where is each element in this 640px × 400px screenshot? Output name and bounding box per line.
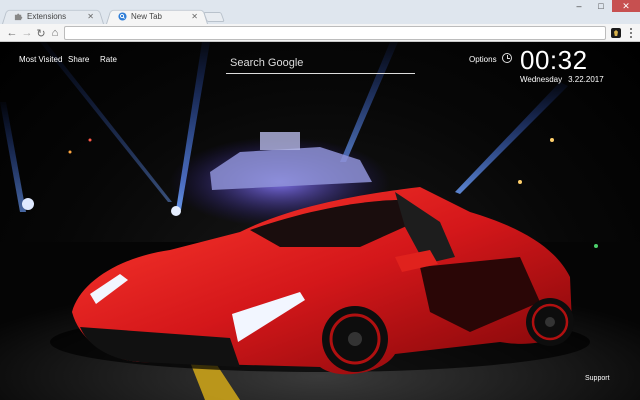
clock-time: 00:32 [520, 45, 588, 75]
car-wallpaper [0, 42, 640, 400]
reload-button[interactable]: ↻ [34, 26, 48, 40]
close-window-button[interactable]: ✕ [612, 0, 640, 12]
maximize-button[interactable]: □ [590, 0, 612, 12]
most-visited-link[interactable]: Most Visited [19, 55, 62, 64]
browser-menu-button[interactable] [626, 27, 636, 39]
back-button[interactable]: ← [5, 26, 19, 40]
forward-button[interactable]: → [20, 26, 34, 40]
close-tab-icon[interactable]: ✕ [87, 12, 94, 21]
address-bar[interactable] [64, 26, 606, 44]
search-input[interactable] [226, 52, 415, 73]
search-globe-icon [118, 11, 127, 21]
close-tab-icon[interactable]: ✕ [191, 12, 198, 21]
clock-date-value: 3.22.2017 [568, 75, 604, 84]
tab-title: New Tab [131, 11, 162, 21]
rate-link[interactable]: Rate [100, 55, 117, 64]
tab-title: Extensions [27, 11, 67, 21]
tab-strip: Extensions ✕ New Tab ✕ – □ ✕ [0, 0, 640, 24]
lamborghini-logo-icon[interactable] [611, 28, 621, 38]
home-button[interactable]: ⌂ [48, 26, 62, 40]
minimize-button[interactable]: – [568, 0, 590, 12]
new-tab-button[interactable] [203, 12, 225, 22]
tab-new-tab[interactable]: New Tab ✕ [106, 8, 208, 24]
clock-icon[interactable] [502, 53, 512, 63]
options-link[interactable]: Options [469, 55, 497, 64]
browser-toolbar: ← → ↻ ⌂ [0, 24, 640, 44]
clock-date: Wednesday 3.22.2017 [520, 75, 604, 84]
puzzle-icon [14, 12, 23, 21]
support-link[interactable]: Support [585, 375, 610, 382]
clock-weekday: Wednesday [520, 75, 563, 84]
tab-extensions[interactable]: Extensions ✕ [2, 8, 104, 24]
search-box[interactable] [226, 52, 415, 74]
new-tab-page: Most Visited Share Rate Options 00:32 We… [0, 42, 640, 400]
share-link[interactable]: Share [68, 55, 89, 64]
